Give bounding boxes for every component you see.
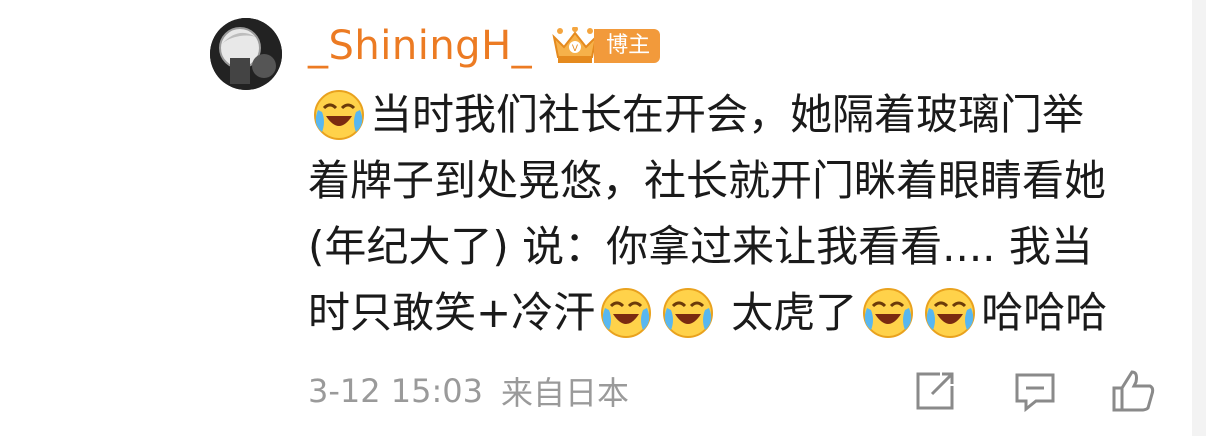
laugh-cry-emoji-icon	[863, 288, 914, 338]
comment-text: 哈哈哈	[981, 288, 1108, 337]
comment-line: (年纪大了) 说：你拿过来让我看看.... 我当	[308, 214, 1168, 280]
comment-header: _ShiningH_ V 博主	[308, 18, 661, 74]
comment-text: 太虎了	[731, 288, 858, 337]
comment-actions	[900, 360, 1170, 420]
share-icon	[916, 372, 954, 410]
scroll-edge	[1192, 0, 1206, 436]
like-icon	[1112, 370, 1155, 412]
comment-button[interactable]	[1012, 368, 1058, 414]
username[interactable]: _ShiningH_	[308, 23, 532, 69]
blogger-badge: V 博主	[550, 27, 661, 65]
comment-line: 时只敢笑+冷汗 太虎了 哈哈哈	[308, 280, 1168, 346]
share-button[interactable]	[912, 368, 958, 414]
badge-label: 博主	[594, 29, 661, 63]
comment-text: 当时我们社长在开会，她隔着玻璃门举	[370, 90, 1085, 139]
laugh-cry-emoji-icon	[601, 288, 652, 338]
laugh-cry-emoji-icon	[663, 288, 714, 338]
comment-text: 时只敢笑+冷汗	[308, 288, 596, 337]
comment-text: 着牌子到处晃悠，社长就开门眯着眼睛看她	[308, 156, 1107, 205]
timestamp: 3-12 15:03	[308, 372, 484, 410]
like-button[interactable]	[1110, 368, 1156, 414]
comment-icon	[1015, 373, 1055, 413]
post-source: 来自日本	[501, 374, 630, 412]
comment-meta: 3-12 15:03 来自日本	[308, 365, 629, 417]
laugh-cry-emoji-icon	[314, 90, 364, 140]
avatar[interactable]	[210, 18, 282, 90]
comment-body: 当时我们社长在开会，她隔着玻璃门举 着牌子到处晃悠，社长就开门眯着眼睛看她 (年…	[308, 82, 1168, 346]
comment-line: 着牌子到处晃悠，社长就开门眯着眼睛看她	[308, 148, 1168, 214]
laugh-cry-emoji-icon	[925, 288, 976, 338]
crown-icon: V	[552, 27, 598, 63]
comment-line: 当时我们社长在开会，她隔着玻璃门举	[308, 82, 1168, 148]
comment-text: (年纪大了) 说：你拿过来让我看看.... 我当	[308, 222, 1093, 271]
svg-text:V: V	[572, 44, 579, 54]
